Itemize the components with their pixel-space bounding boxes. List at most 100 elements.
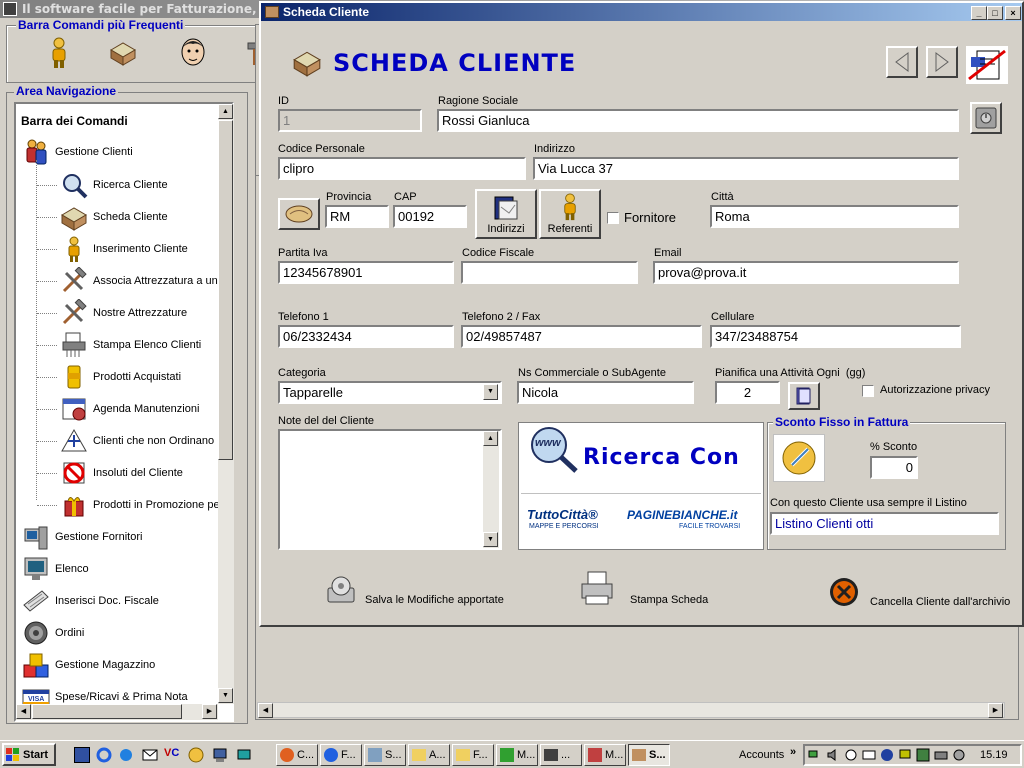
internet-explorer-icon[interactable] — [96, 747, 112, 763]
note-scroll-up-button[interactable]: ▲ — [483, 431, 498, 446]
task-button-7[interactable]: ... — [540, 744, 582, 766]
hscroll-thumb[interactable] — [32, 704, 182, 719]
bg-scroll-left-button[interactable]: ◀ — [258, 703, 273, 718]
pianifica-field[interactable]: 2 — [715, 381, 780, 404]
vc-icon[interactable]: VC — [164, 747, 180, 763]
tree-item-associa-attrezzatura-a-un[interactable]: Associa Attrezzatura a un — [37, 266, 218, 296]
cancella-button[interactable]: Cancella Cliente dall'archivio — [828, 576, 1010, 612]
tree-item-gestione-clienti[interactable]: Gestione Clienti — [22, 137, 133, 167]
codice-fiscale-field[interactable] — [461, 261, 638, 284]
tree-item-prodotti-in-promozione-pe[interactable]: Prodotti in Promozione pe — [37, 490, 220, 520]
map-button[interactable] — [278, 198, 320, 230]
no-document-icon[interactable] — [966, 46, 1008, 84]
show-desktop-icon[interactable] — [74, 747, 90, 763]
scroll-up-button[interactable]: ▲ — [218, 104, 233, 119]
cellulare-field[interactable]: 347/23488754 — [710, 325, 961, 348]
tree-item-inserisci-doc-fiscale[interactable]: Inserisci Doc. Fiscale — [22, 586, 159, 616]
codice-personale-field[interactable]: clipro — [278, 157, 526, 180]
ragione-sociale-field[interactable]: Rossi Gianluca — [437, 109, 959, 132]
telefono2-field[interactable]: 02/49857487 — [461, 325, 702, 348]
listino-field[interactable]: Listino Clienti otti — [770, 512, 999, 535]
grid-tray-icon[interactable] — [916, 748, 930, 762]
tree-item-prodotti-acquistati[interactable]: Prodotti Acquistati — [37, 362, 181, 392]
tree-hscrollbar[interactable]: ◀ ▶ — [16, 704, 218, 720]
ricerca-ad-banner[interactable]: www Ricerca Con TuttoCittà® MAPPE E PERC… — [518, 422, 764, 550]
desktop-app-icon[interactable] — [236, 747, 252, 763]
close-button[interactable]: × — [1005, 6, 1021, 20]
previous-record-button[interactable] — [886, 46, 918, 78]
minimize-button[interactable]: _ — [971, 6, 987, 20]
note-scrollbar[interactable]: ▲ ▼ — [483, 431, 499, 548]
indirizzi-button[interactable]: Indirizzi — [475, 189, 537, 239]
chevron-down-icon[interactable]: ▼ — [483, 384, 498, 400]
tree-vscrollbar[interactable]: ▲ ▼ — [218, 104, 234, 704]
tree-item-clienti-che-non-ordinano[interactable]: Clienti che non Ordinano — [37, 426, 214, 456]
volume-icon[interactable] — [826, 748, 840, 762]
outlook-icon[interactable] — [118, 747, 134, 763]
keyboard-tray-icon[interactable] — [934, 748, 948, 762]
scroll-down-button[interactable]: ▼ — [218, 688, 233, 703]
computer-app-icon[interactable] — [212, 747, 228, 763]
provincia-field[interactable]: RM — [325, 205, 389, 228]
ns-commerciale-field[interactable]: Nicola — [517, 381, 694, 404]
background-hscrollbar[interactable]: ◀ ▶ — [257, 702, 1005, 718]
maximize-button[interactable]: □ — [987, 6, 1003, 20]
task-button-8[interactable]: M... — [584, 744, 626, 766]
mail-tray-icon[interactable] — [862, 748, 876, 762]
scroll-left-button[interactable]: ◀ — [16, 704, 31, 719]
task-button-5[interactable]: F... — [452, 744, 494, 766]
monitor-tray-icon[interactable] — [898, 748, 912, 762]
note-textarea[interactable]: ▲ ▼ — [278, 429, 502, 550]
face-toolbar-icon[interactable] — [176, 34, 210, 70]
navigation-tree[interactable]: Barra dei Comandi Gestione Clienti Ricer… — [14, 102, 234, 722]
tree-item-agenda-manutenzioni[interactable]: Agenda Manutenzioni — [37, 394, 199, 424]
categoria-select[interactable]: Tapparelle ▼ — [278, 381, 502, 404]
tree-item-ricerca-cliente[interactable]: Ricerca Cliente — [37, 170, 168, 200]
scroll-thumb[interactable] — [218, 120, 233, 460]
book-button[interactable] — [788, 382, 820, 410]
person-toolbar-icon[interactable] — [44, 36, 74, 70]
indirizzo-field[interactable]: Via Lucca 37 — [533, 157, 959, 180]
task-button-6[interactable]: M... — [496, 744, 538, 766]
card-file-toolbar-icon[interactable] — [106, 36, 140, 70]
bg-scroll-right-button[interactable]: ▶ — [988, 703, 1003, 718]
clock[interactable]: 15.19 — [980, 749, 1008, 761]
accounts-toolbar[interactable]: Accounts — [739, 749, 784, 761]
tree-item-stampa-elenco-clienti[interactable]: Stampa Elenco Clienti — [37, 330, 201, 360]
citta-field[interactable]: Roma — [710, 205, 959, 228]
tree-item-insoluti-del-cliente[interactable]: Insoluti del Cliente — [37, 458, 183, 488]
autorizzazione-checkbox[interactable] — [862, 385, 874, 397]
security-icon[interactable] — [844, 748, 858, 762]
telefono1-field[interactable]: 06/2332434 — [278, 325, 454, 348]
email-field[interactable]: prova@prova.it — [653, 261, 959, 284]
task-button-2[interactable]: F... — [320, 744, 362, 766]
next-record-button[interactable] — [926, 46, 958, 78]
safe-button[interactable] — [970, 102, 1002, 134]
scroll-right-button[interactable]: ▶ — [202, 704, 217, 719]
partita-iva-field[interactable]: 12345678901 — [278, 261, 454, 284]
clock-app-icon[interactable] — [188, 747, 204, 763]
tree-item-gestione-magazzino[interactable]: Gestione Magazzino — [22, 650, 155, 680]
task-button-4[interactable]: A... — [408, 744, 450, 766]
task-button-9-active[interactable]: S... — [628, 744, 670, 766]
toolbar-expand-chevron-icon[interactable]: » — [790, 746, 796, 758]
tree-item-nostre-attrezzature[interactable]: Nostre Attrezzature — [37, 298, 187, 328]
stampa-button[interactable]: Stampa Scheda — [580, 570, 710, 610]
note-scroll-down-button[interactable]: ▼ — [483, 532, 498, 547]
tree-item-gestione-fornitori[interactable]: Gestione Fornitori — [22, 522, 142, 552]
start-button[interactable]: Start — [2, 743, 56, 766]
task-button-1[interactable]: C... — [276, 744, 318, 766]
task-button-3[interactable]: S... — [364, 744, 406, 766]
tree-item-elenco[interactable]: Elenco — [22, 554, 89, 584]
fornitore-checkbox[interactable] — [607, 212, 619, 224]
network-icon[interactable] — [808, 748, 822, 762]
tree-item-ordini[interactable]: Ordini — [22, 618, 84, 648]
tree-item-scheda-cliente[interactable]: Scheda Cliente — [37, 202, 168, 232]
sconto-pct-field[interactable]: 0 — [870, 456, 918, 479]
salva-button[interactable]: Salva le Modifiche apportate — [324, 574, 508, 610]
sync-tray-icon[interactable] — [952, 748, 966, 762]
cap-field[interactable]: 00192 — [393, 205, 467, 228]
messenger-icon[interactable] — [880, 748, 894, 762]
tree-item-inserimento-cliente[interactable]: Inserimento Cliente — [37, 234, 188, 264]
mail-icon[interactable] — [142, 747, 158, 763]
